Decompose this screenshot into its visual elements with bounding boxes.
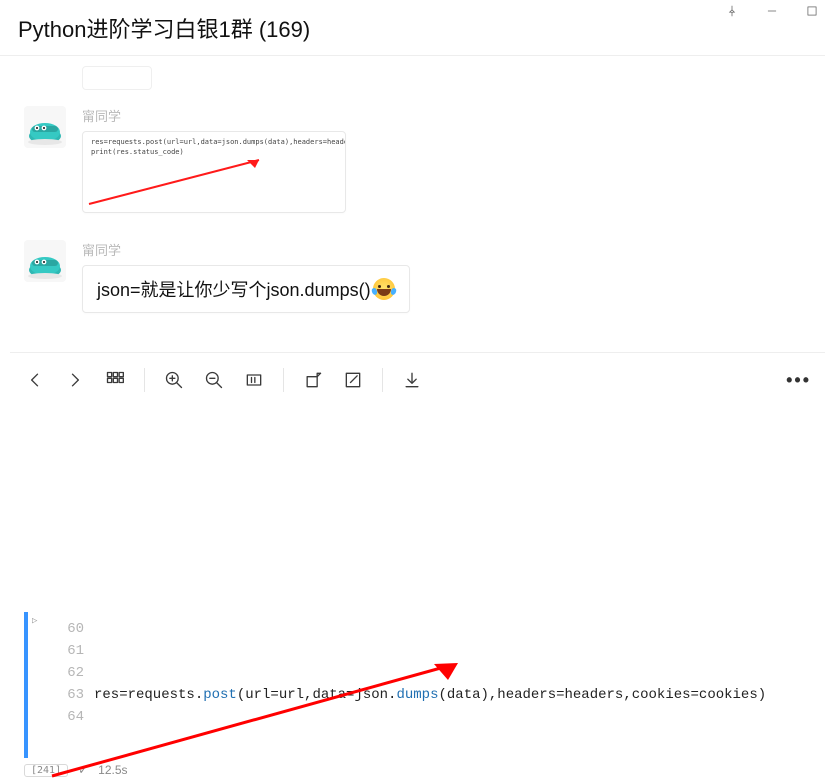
cell-active-marker — [24, 612, 28, 782]
chat-area: 甯同学 res=requests.post(url=url,data=json.… — [0, 56, 825, 329]
chat-title: Python进阶学习白银1群 (169) — [18, 12, 310, 44]
sender-name: 甯同学 — [82, 240, 811, 259]
code-line — [94, 640, 825, 662]
line-number: 64 — [60, 706, 84, 728]
rotate-icon[interactable] — [302, 369, 324, 391]
execution-time: 12.5s — [98, 763, 127, 777]
execution-count: [241] — [24, 764, 68, 777]
maximize-icon[interactable] — [805, 4, 819, 18]
zoom-out-icon[interactable] — [203, 369, 225, 391]
message-column: 甯同学 json=就是让你少写个json.dumps() — [82, 240, 811, 313]
window-controls — [725, 4, 819, 18]
toolbar-divider — [283, 368, 284, 392]
annotation-arrow-icon — [87, 156, 267, 206]
execution-status: [241] ✓ 12.5s — [24, 758, 825, 782]
avatar[interactable] — [24, 240, 66, 282]
laugh-cry-emoji-icon — [373, 278, 395, 300]
edit-icon[interactable] — [342, 369, 364, 391]
pin-icon[interactable] — [725, 4, 739, 18]
thumb-code-line: res=requests.post(url=url,data=json.dump… — [91, 138, 337, 148]
line-number: 63 — [60, 684, 84, 706]
viewer-toolbar: ••• — [10, 353, 825, 407]
back-icon[interactable] — [24, 369, 46, 391]
code-line: res=requests.post(url=url,data=json.dump… — [94, 684, 825, 706]
minimize-icon[interactable] — [765, 4, 779, 18]
chat-message: 甯同学 res=requests.post(url=url,data=json.… — [0, 100, 825, 234]
zoom-in-icon[interactable] — [163, 369, 185, 391]
run-indicator-icon: ▷ — [32, 616, 37, 626]
message-text: json=就是让你少写个json.dumps() — [97, 276, 371, 302]
download-icon[interactable] — [401, 369, 423, 391]
line-number: 62 — [60, 662, 84, 684]
text-message-bubble[interactable]: json=就是让你少写个json.dumps() — [82, 265, 410, 313]
code-lines[interactable]: res=requests.post(url=url,data=json.dump… — [94, 612, 825, 782]
image-message-thumb[interactable]: res=requests.post(url=url,data=json.dump… — [82, 131, 346, 213]
check-icon: ✓ — [78, 763, 88, 777]
more-icon[interactable]: ••• — [786, 370, 811, 391]
code-line — [94, 728, 825, 750]
avatar[interactable] — [24, 106, 66, 148]
message-column: 甯同学 res=requests.post(url=url,data=json.… — [82, 106, 811, 218]
forward-icon[interactable] — [64, 369, 86, 391]
line-number: 60 — [60, 618, 84, 640]
thumb-code-line: print(res.status_code) — [91, 148, 337, 158]
titlebar: Python进阶学习白银1群 (169) — [0, 0, 825, 56]
chat-message: 甯同学 json=就是让你少写个json.dumps() — [0, 234, 825, 329]
line-numbers: 60 61 62 63 64 — [60, 612, 94, 782]
actual-size-icon[interactable] — [243, 369, 265, 391]
toolbar-divider — [382, 368, 383, 392]
toolbar-divider — [144, 368, 145, 392]
line-number: 61 — [60, 640, 84, 662]
grid-icon[interactable] — [104, 369, 126, 391]
code-editor: ▷ 60 61 62 63 64 res=requests.post(url=u… — [24, 612, 825, 782]
previous-message-tail — [82, 66, 152, 90]
image-viewer: ••• ▷ 60 61 62 63 64 res=requests.post(u… — [10, 352, 825, 782]
sender-name: 甯同学 — [82, 106, 811, 125]
viewer-body[interactable]: ▷ 60 61 62 63 64 res=requests.post(url=u… — [10, 407, 825, 782]
cell-gutter: ▷ — [30, 612, 60, 782]
